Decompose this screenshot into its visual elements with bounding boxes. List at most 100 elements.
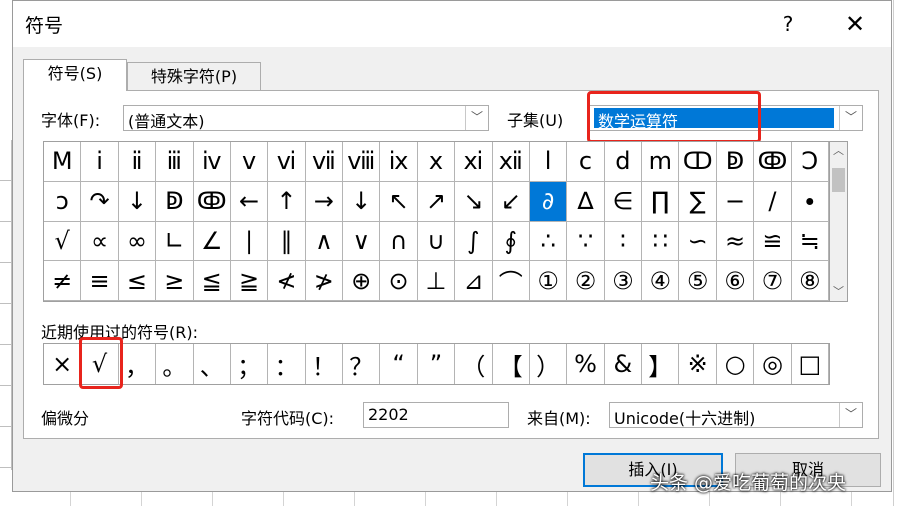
symbol-cell[interactable]: ∞ [118, 221, 157, 262]
symbol-cell[interactable]: ∠ [193, 221, 231, 262]
symbol-cell[interactable]: ↑ [268, 181, 306, 222]
symbol-cell[interactable]: ⅸ [380, 142, 418, 182]
scroll-down-icon[interactable]: ﹀ [830, 283, 847, 301]
symbol-cell[interactable]: ⌒ [492, 261, 530, 301]
symbol-cell[interactable]: ⅵ [268, 142, 306, 182]
recent-symbol-cell[interactable]: 【 [493, 344, 530, 384]
symbol-cell[interactable]: ∆ [567, 181, 605, 222]
from-select[interactable]: Unicode(十六进制) ﹀ [609, 402, 863, 428]
symbol-cell[interactable]: ↓ [343, 181, 381, 222]
symbol-cell[interactable]: ↄ [44, 181, 82, 222]
symbol-cell[interactable]: ≤ [118, 261, 157, 301]
symbol-cell[interactable]: ⅷ [343, 142, 381, 182]
symbol-cell[interactable]: ← [230, 181, 269, 222]
symbol-cell[interactable]: ⑤ [679, 261, 717, 301]
symbol-cell[interactable]: ∟ [156, 221, 194, 262]
symbol-cell[interactable]: √ [44, 221, 82, 262]
symbol-cell[interactable]: ⊕ [343, 261, 381, 301]
symbol-grid-scrollbar[interactable]: ︿ ﹀ [830, 141, 848, 302]
symbol-cell[interactable]: ∴ [529, 221, 568, 262]
recent-symbol-cell[interactable]: 】 [642, 344, 680, 384]
symbol-cell[interactable]: ∪ [417, 221, 456, 262]
symbol-cell[interactable]: ⅼ [529, 142, 568, 182]
symbol-cell[interactable]: ∷ [642, 221, 680, 262]
font-select[interactable]: (普通文本) ﹀ [123, 105, 489, 131]
symbol-cell[interactable]: ⅾ [604, 142, 643, 182]
symbol-cell[interactable]: ④ [642, 261, 680, 301]
symbol-cell[interactable]: → [305, 181, 344, 222]
symbol-cell[interactable]: ∝ [81, 221, 119, 262]
symbol-cell[interactable]: ⊿ [455, 261, 493, 301]
symbol-cell[interactable]: ↓ [118, 181, 157, 222]
close-button[interactable]: ✕ [835, 7, 875, 41]
symbol-cell[interactable]: ∮ [492, 221, 530, 262]
symbol-cell[interactable]: ↗ [417, 181, 456, 222]
symbol-cell[interactable]: ② [567, 261, 605, 301]
symbol-cell[interactable]: Ⅿ [44, 142, 82, 182]
recent-symbol-cell[interactable]: 。 [156, 344, 194, 384]
symbol-cell[interactable]: ↘ [455, 181, 493, 222]
recent-symbol-cell[interactable]: （ [455, 344, 493, 384]
recent-symbol-cell[interactable]: □ [792, 344, 829, 384]
symbol-cell[interactable]: ⑧ [791, 261, 829, 301]
help-button[interactable]: ? [773, 7, 803, 41]
recent-symbol-cell[interactable]: ： [268, 344, 306, 384]
recent-symbol-cell[interactable]: ？ [343, 344, 381, 384]
symbol-cell[interactable]: ⊥ [417, 261, 456, 301]
symbol-cell[interactable]: ∧ [305, 221, 344, 262]
symbol-cell[interactable]: ⅻ [492, 142, 530, 182]
char-code-input[interactable]: 2202 [363, 402, 509, 428]
symbol-cell[interactable]: ≧ [230, 261, 269, 301]
recent-symbol-cell[interactable]: “ [380, 344, 418, 384]
symbol-cell[interactable]: ∶ [604, 221, 643, 262]
symbol-cell[interactable]: ⑥ [716, 261, 755, 301]
symbol-cell[interactable]: ⑦ [754, 261, 792, 301]
symbol-cell[interactable]: ≦ [193, 261, 231, 301]
symbol-cell[interactable]: ⊙ [380, 261, 418, 301]
symbol-cell[interactable]: ③ [604, 261, 643, 301]
symbol-cell[interactable]: ∣ [230, 221, 269, 262]
symbol-cell-selected[interactable]: ∂ [529, 181, 568, 222]
symbol-cell[interactable]: ⅿ [642, 142, 680, 182]
symbol-cell[interactable]: ⅴ [230, 142, 269, 182]
symbol-cell[interactable]: ≒ [791, 221, 829, 262]
symbol-cell[interactable]: ↀ [679, 142, 717, 182]
symbol-cell[interactable]: ↷ [81, 181, 119, 222]
symbol-cell[interactable]: ∏ [642, 181, 680, 222]
recent-symbol-cell[interactable]: ○ [717, 344, 755, 384]
symbol-cell[interactable]: ≯ [305, 261, 344, 301]
tab-symbols[interactable]: 符号(S) [23, 59, 127, 91]
recent-symbol-cell[interactable]: ” [418, 344, 456, 384]
symbol-cell[interactable]: ⅱ [118, 142, 157, 182]
symbol-cell[interactable]: ∈ [604, 181, 643, 222]
symbol-cell[interactable]: ↁ [716, 142, 755, 182]
symbol-cell[interactable]: ↖ [380, 181, 418, 222]
symbol-cell[interactable]: ≌ [754, 221, 792, 262]
symbol-cell[interactable]: ⅺ [455, 142, 493, 182]
symbol-cell[interactable]: ⅳ [193, 142, 231, 182]
recent-symbol-cell[interactable]: × [44, 344, 82, 384]
symbol-cell[interactable]: ≈ [716, 221, 755, 262]
symbol-cell[interactable]: ↙ [492, 181, 530, 222]
recent-symbol-cell[interactable]: & [605, 344, 643, 384]
recent-symbol-cell[interactable]: ◎ [754, 344, 792, 384]
symbol-cell[interactable]: − [716, 181, 755, 222]
symbol-cell[interactable]: ⅽ [567, 142, 605, 182]
recent-symbols[interactable]: × √，。、；：！？ “” （【）% &】 ※ ○ ◎ □ [43, 343, 830, 385]
recent-symbol-cell[interactable]: 、 [194, 344, 231, 384]
symbol-cell[interactable]: Ↄ [791, 142, 829, 182]
symbol-cell[interactable]: ∩ [380, 221, 418, 262]
symbol-cell[interactable]: ∽ [679, 221, 717, 262]
recent-symbol-cell[interactable]: % [567, 344, 605, 384]
scroll-up-icon[interactable]: ︿ [830, 142, 847, 160]
symbol-cell[interactable]: ∫ [455, 221, 493, 262]
symbol-cell[interactable]: ∨ [343, 221, 381, 262]
recent-symbol-cell[interactable]: ） [530, 344, 568, 384]
symbol-cell[interactable]: ∕ [754, 181, 792, 222]
symbol-cell[interactable]: ↂ [754, 142, 792, 182]
symbol-cell[interactable]: ≡ [81, 261, 119, 301]
symbol-cell[interactable]: ∵ [567, 221, 605, 262]
symbol-grid[interactable]: Ⅿⅰ ⅱ ⅲ ⅳ ⅴ ⅵ ⅶ ⅷ ⅸ ⅹ ⅺ ⅻ ⅼ ⅽ ⅾ ⅿ ↀ ↁ ↂ Ↄↄ ↷ ↓ ↁ ↂ ← ↑ → ↓ ↖ ↗ ↘ ↙ ∂ ∆ ∈ ∏ ∑ −… [43, 141, 830, 302]
recent-symbol-cell[interactable]: ※ [679, 344, 717, 384]
recent-symbol-cell[interactable]: ！ [306, 344, 344, 384]
